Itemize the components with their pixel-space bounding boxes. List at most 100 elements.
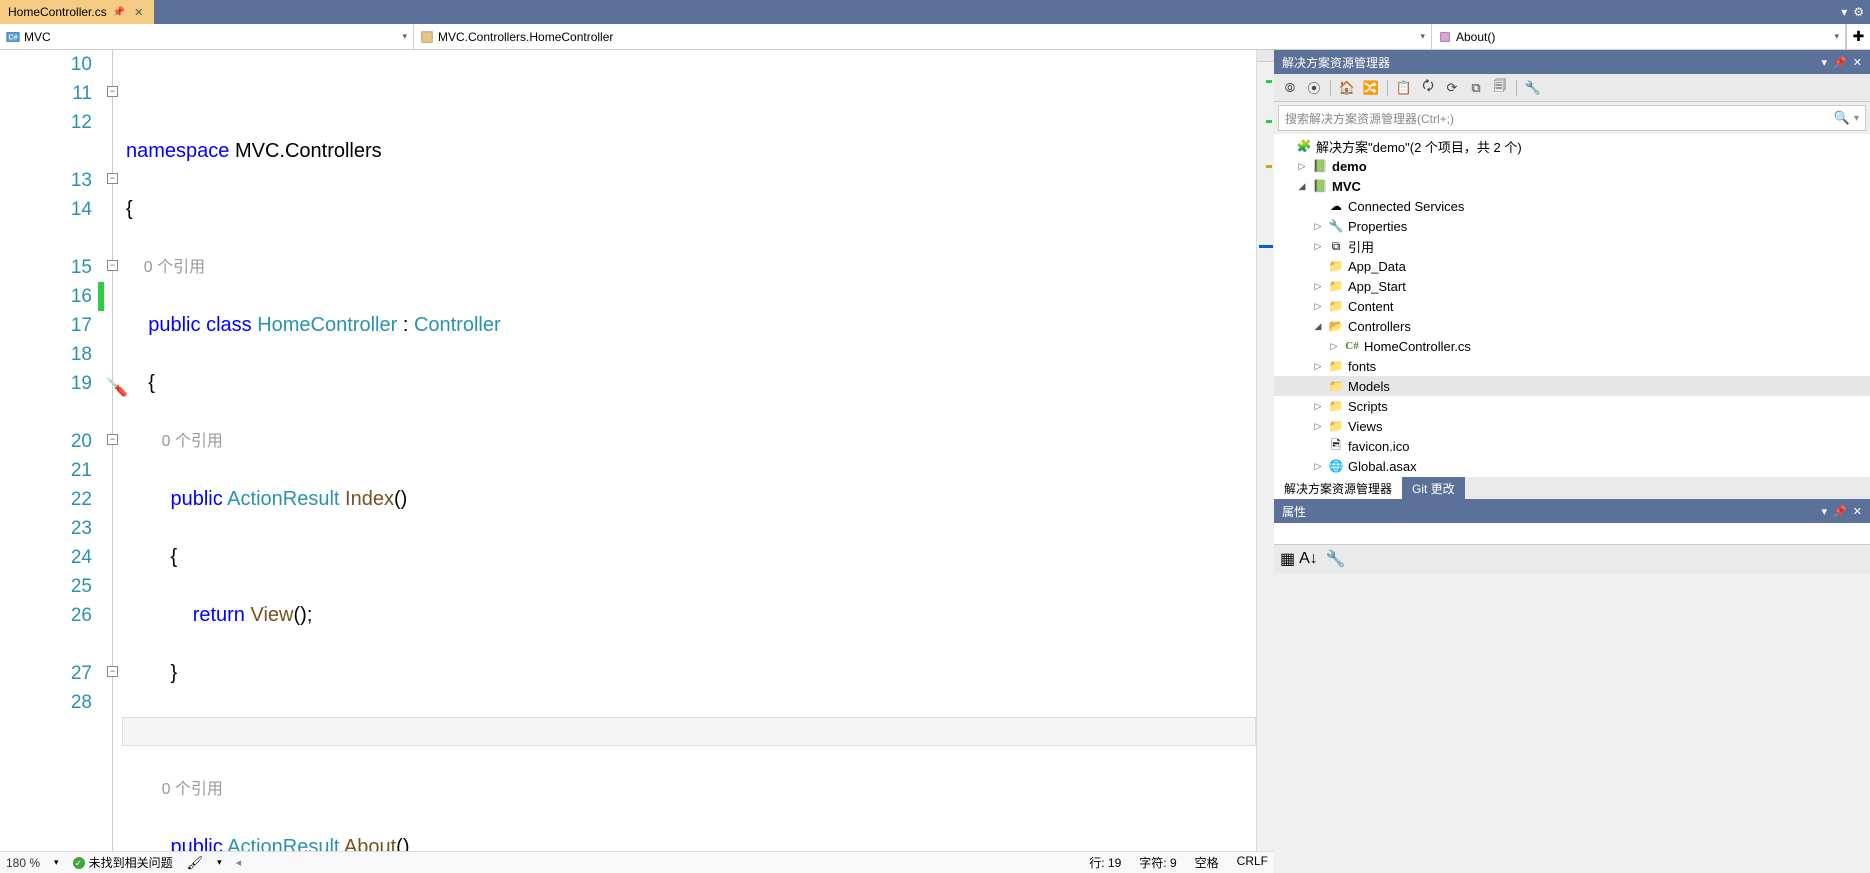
folder-icon: 📁 xyxy=(1328,418,1344,434)
tree-folder-controllers[interactable]: ◢📂Controllers xyxy=(1274,316,1870,336)
tree-file-globalasax[interactable]: ▷🌐Global.asax xyxy=(1274,456,1870,476)
fold-toggle[interactable]: − xyxy=(107,173,118,184)
zoom-dropdown-icon[interactable]: ▾ xyxy=(54,857,59,868)
solution-explorer-toolbar: ⦾ ⦿ 🏠 🔀 📋 🗘 ⟳ ⧉ 🗐 🔧 xyxy=(1274,74,1870,102)
brush-icon[interactable]: 🖌 xyxy=(187,855,204,871)
editor-status-bar: 180 % ▾ ✓ 未找到相关问题 🖌 ▾ ◂ 行: 19 字符: 9 空格 C… xyxy=(0,851,1274,873)
tree-file-favicon[interactable]: ▷🖻favicon.ico xyxy=(1274,436,1870,456)
wrench-icon: 🔧 xyxy=(1328,218,1344,234)
filter-icon[interactable]: 📋 xyxy=(1394,78,1414,98)
tree-properties[interactable]: ▷🔧Properties xyxy=(1274,216,1870,236)
csharp-file-icon: C# xyxy=(1344,338,1360,354)
close-tab-icon[interactable]: ✕ xyxy=(131,6,146,19)
settings-gear-icon[interactable]: ⚙ xyxy=(1853,5,1864,19)
search-dropdown-icon[interactable]: ▾ xyxy=(1854,113,1859,124)
back-icon[interactable]: ⦾ xyxy=(1280,78,1300,98)
fold-toggle[interactable]: − xyxy=(107,260,118,271)
cursor-line[interactable] xyxy=(122,717,1256,746)
tree-folder-appdata[interactable]: ▷📁App_Data xyxy=(1274,256,1870,276)
status-line[interactable]: 行: 19 xyxy=(1089,854,1121,871)
tree-folder-content[interactable]: ▷📁Content xyxy=(1274,296,1870,316)
tree-root[interactable]: ▷🧩解决方案"demo"(2 个项目，共 2 个) xyxy=(1274,136,1870,156)
tab-overflow-icon[interactable]: ▾ xyxy=(1841,5,1847,19)
overview-scrollbar[interactable] xyxy=(1256,50,1274,851)
nav-class-dropdown[interactable]: MVC.Controllers.HomeController ▾ xyxy=(414,24,1432,49)
properties-icon[interactable]: 🔧 xyxy=(1523,78,1543,98)
tree-project-mvc[interactable]: ◢📗MVC xyxy=(1274,176,1870,196)
split-handle-icon[interactable] xyxy=(1257,50,1274,62)
categorized-icon[interactable]: ▦ xyxy=(1280,549,1295,569)
properties-title: 属性 xyxy=(1282,503,1306,520)
forward-icon[interactable]: ⦿ xyxy=(1304,78,1324,98)
collapse-all-icon[interactable]: ⧉ xyxy=(1466,78,1486,98)
panel-menu-icon[interactable]: ▾ xyxy=(1822,505,1828,518)
show-all-icon[interactable]: 🗐 xyxy=(1490,78,1510,98)
pin-panel-icon[interactable]: 📌 xyxy=(1833,505,1847,518)
nav-method-dropdown[interactable]: About() ▾ xyxy=(1432,24,1846,49)
pin-panel-icon[interactable]: 📌 xyxy=(1833,56,1847,69)
wrench-icon[interactable]: 🔧 xyxy=(1326,549,1346,569)
status-crlf[interactable]: CRLF xyxy=(1237,854,1268,871)
search-icon[interactable]: 🔍 xyxy=(1834,110,1850,126)
issues-indicator[interactable]: ✓ 未找到相关问题 xyxy=(73,854,173,871)
nav-project-dropdown[interactable]: C# MVC ▾ xyxy=(0,24,414,49)
code-navigation-bar: C# MVC ▾ MVC.Controllers.HomeController … xyxy=(0,24,1870,50)
tab-git-changes[interactable]: Git 更改 xyxy=(1402,477,1465,499)
alphabetical-icon[interactable]: A↓ xyxy=(1299,550,1318,568)
search-placeholder: 搜索解决方案资源管理器(Ctrl+;) xyxy=(1285,110,1454,127)
folder-icon: 📁 xyxy=(1328,358,1344,374)
solution-explorer-tabs: 解决方案资源管理器 Git 更改 xyxy=(1274,477,1870,499)
class-icon xyxy=(420,30,434,44)
solution-explorer-search[interactable]: 搜索解决方案资源管理器(Ctrl+;) 🔍 ▾ xyxy=(1278,105,1866,131)
split-editor-icon[interactable]: ✚ xyxy=(1846,24,1870,49)
sync-icon[interactable]: 🗘 xyxy=(1418,78,1438,98)
properties-object-selector[interactable] xyxy=(1274,523,1870,545)
brush-dropdown-icon[interactable]: ▾ xyxy=(217,857,222,868)
fold-toggle[interactable]: − xyxy=(107,86,118,97)
panel-menu-icon[interactable]: ▾ xyxy=(1822,56,1828,69)
properties-toolbar: ▦ A↓ 🔧 xyxy=(1274,545,1870,573)
tree-file-homecontroller[interactable]: ▷C#HomeController.cs xyxy=(1274,336,1870,356)
right-panel-column: 解决方案资源管理器 ▾ 📌 ✕ ⦾ ⦿ 🏠 🔀 📋 🗘 ⟳ ⧉ 🗐 🔧 搜索解决… xyxy=(1274,50,1870,873)
solution-explorer-title-bar[interactable]: 解决方案资源管理器 ▾ 📌 ✕ xyxy=(1274,50,1870,74)
nav-class-label: MVC.Controllers.HomeController xyxy=(438,30,613,44)
zoom-level[interactable]: 180 % xyxy=(6,856,40,870)
tree-references[interactable]: ▷⧉引用 xyxy=(1274,236,1870,256)
solution-tree[interactable]: ▷🧩解决方案"demo"(2 个项目，共 2 个) ▷📗demo ◢📗MVC ▷… xyxy=(1274,134,1870,477)
document-tab-active[interactable]: HomeController.cs 📌 ✕ xyxy=(0,0,154,24)
tree-folder-models[interactable]: ▷📁Models xyxy=(1274,376,1870,396)
pin-icon[interactable]: 📌 xyxy=(113,7,125,18)
close-panel-icon[interactable]: ✕ xyxy=(1853,505,1862,518)
nav-method-label: About() xyxy=(1456,30,1495,44)
tree-connected-services[interactable]: ▷☁Connected Services xyxy=(1274,196,1870,216)
code-editor: 10 11 12 13 14 15 16 17 18 19🪛 20 21 22 … xyxy=(0,50,1274,873)
document-tab-row: HomeController.cs 📌 ✕ ▾ ⚙ xyxy=(0,0,1870,24)
references-icon: ⧉ xyxy=(1328,238,1344,254)
close-panel-icon[interactable]: ✕ xyxy=(1853,56,1862,69)
tree-folder-views[interactable]: ▷📁Views xyxy=(1274,416,1870,436)
tree-folder-appstart[interactable]: ▷📁App_Start xyxy=(1274,276,1870,296)
properties-title-bar[interactable]: 属性 ▾ 📌 ✕ xyxy=(1274,499,1870,523)
check-icon: ✓ xyxy=(73,857,85,869)
home-icon[interactable]: 🏠 xyxy=(1337,78,1357,98)
refresh-icon[interactable]: ⟳ xyxy=(1442,78,1462,98)
folder-icon: 📁 xyxy=(1328,278,1344,294)
csproj-icon: 📗 xyxy=(1312,178,1328,194)
code-text-area[interactable]: namespace MVC.Controllers { 0 个引用 public… xyxy=(122,50,1256,851)
switch-view-icon[interactable]: 🔀 xyxy=(1361,78,1381,98)
tree-project-demo[interactable]: ▷📗demo xyxy=(1274,156,1870,176)
issues-text: 未找到相关问题 xyxy=(89,854,173,871)
tab-solution-explorer[interactable]: 解决方案资源管理器 xyxy=(1274,477,1402,499)
status-spaces[interactable]: 空格 xyxy=(1195,854,1219,871)
status-col[interactable]: 字符: 9 xyxy=(1139,854,1176,871)
file-icon: 🌐 xyxy=(1328,458,1344,474)
tree-folder-fonts[interactable]: ▷📁fonts xyxy=(1274,356,1870,376)
fold-toggle[interactable]: − xyxy=(107,434,118,445)
fold-toggle[interactable]: − xyxy=(107,666,118,677)
cloud-icon: ☁ xyxy=(1328,198,1344,214)
solution-explorer-title: 解决方案资源管理器 xyxy=(1282,54,1390,71)
properties-grid[interactable] xyxy=(1274,573,1870,873)
tab-row-actions: ▾ ⚙ xyxy=(1841,0,1870,24)
folder-icon: 📁 xyxy=(1328,298,1344,314)
tree-folder-scripts[interactable]: ▷📁Scripts xyxy=(1274,396,1870,416)
